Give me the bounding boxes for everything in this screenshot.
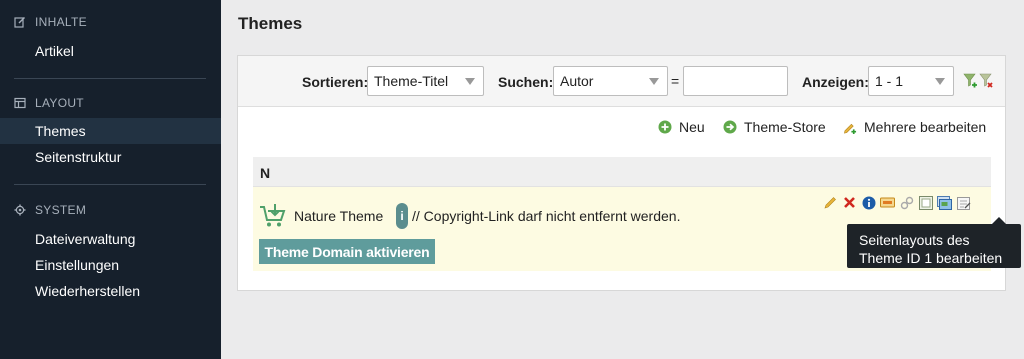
tooltip-line-1: Seitenlayouts des <box>859 232 970 248</box>
sidebar-item-seitenstruktur[interactable]: Seitenstruktur <box>0 144 221 170</box>
sidebar-item-einstellungen[interactable]: Einstellungen <box>0 252 221 278</box>
search-field-value: Autor <box>560 73 594 89</box>
sidebar-item-themes[interactable]: Themes <box>0 118 221 144</box>
link-icon[interactable] <box>899 195 914 210</box>
search-field-select[interactable]: Autor <box>553 66 668 96</box>
equals-sign: = <box>671 73 680 89</box>
seitenlayouts-icon[interactable] <box>937 195 952 210</box>
bulk-edit-label: Mehrere bearbeiten <box>864 119 987 135</box>
filter-add-icon[interactable] <box>963 73 977 89</box>
chevron-down-icon <box>649 78 659 85</box>
new-button[interactable]: Neu <box>658 118 705 136</box>
pencil-add-icon <box>843 120 857 135</box>
table-header: N <box>253 157 991 187</box>
sidebar-section-title: SYSTEM <box>35 203 87 217</box>
page-layout-icon[interactable] <box>918 195 933 210</box>
sidebar: INHALTE Artikel LAYOUT Themes Seitenstru… <box>0 0 221 359</box>
chevron-down-icon <box>935 78 945 85</box>
search-label: Suchen: <box>498 74 554 90</box>
sidebar-item-artikel[interactable]: Artikel <box>0 38 221 64</box>
sidebar-section-inhalte: INHALTE <box>14 14 87 30</box>
sidebar-section-title: LAYOUT <box>35 96 84 110</box>
new-button-label: Neu <box>679 119 705 135</box>
pencil-icon[interactable] <box>823 195 838 210</box>
layout-icon <box>14 97 26 109</box>
filter-bar: Sortieren: Theme-Titel Suchen: Autor = A… <box>238 56 1005 107</box>
sort-label: Sortieren: <box>302 74 369 90</box>
tooltip: Seitenlayouts des Theme ID 1 bearbeiten <box>847 217 1021 268</box>
edit-list-icon[interactable] <box>956 195 971 210</box>
plus-circle-icon <box>658 120 672 134</box>
info-badge[interactable]: i <box>396 203 408 229</box>
sort-select-value: Theme-Titel <box>374 73 449 89</box>
sidebar-section-layout: LAYOUT <box>14 95 84 111</box>
theme-description: // Copyright-Link darf nicht entfernt we… <box>412 208 681 224</box>
column-header-n[interactable]: N <box>260 165 270 181</box>
show-select[interactable]: 1 - 1 <box>868 66 954 96</box>
activate-theme-domain-button[interactable]: Theme Domain aktivieren <box>259 239 435 264</box>
delete-icon[interactable] <box>842 195 857 210</box>
sidebar-divider <box>14 78 206 79</box>
sidebar-section-system: SYSTEM <box>14 202 86 218</box>
sidebar-divider <box>14 184 206 185</box>
search-input[interactable] <box>683 66 788 96</box>
tooltip-line-2: Theme ID 1 bearbeiten <box>859 250 1003 266</box>
sidebar-item-wiederherstellen[interactable]: Wiederherstellen <box>0 278 221 304</box>
sidebar-item-dateiverwaltung[interactable]: Dateiverwaltung <box>0 226 221 252</box>
theme-name[interactable]: Nature Theme <box>294 208 383 224</box>
show-label: Anzeigen: <box>802 74 869 90</box>
row-actions <box>823 195 971 211</box>
bulk-edit-button[interactable]: Mehrere bearbeiten <box>843 118 986 136</box>
cart-download-icon[interactable] <box>259 203 287 229</box>
arrow-right-circle-icon <box>723 120 737 134</box>
filter-remove-icon[interactable] <box>979 73 993 89</box>
page-title: Themes <box>238 14 303 33</box>
sort-select[interactable]: Theme-Titel <box>367 66 484 96</box>
chevron-down-icon <box>465 78 475 85</box>
edit-icon <box>14 16 26 28</box>
export-icon[interactable] <box>880 195 895 210</box>
theme-store-button[interactable]: Theme-Store <box>723 118 826 136</box>
sidebar-section-title: INHALTE <box>35 15 87 29</box>
theme-store-label: Theme-Store <box>744 119 826 135</box>
gear-icon <box>14 204 26 216</box>
tooltip-arrow <box>992 217 1006 224</box>
info-icon[interactable] <box>861 195 876 210</box>
show-select-value: 1 - 1 <box>875 73 904 89</box>
